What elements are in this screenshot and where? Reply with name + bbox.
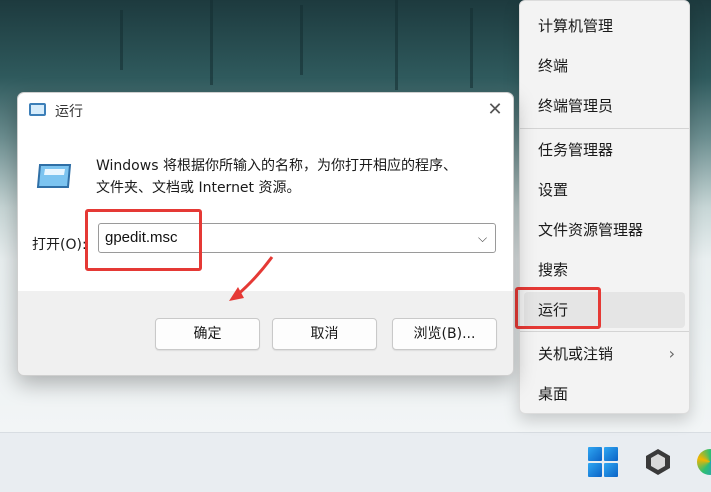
menu-item-label: 计算机管理 [538,17,614,35]
bg-streak [395,0,398,90]
bg-streak [470,8,473,88]
menu-separator [520,331,689,332]
run-icon [29,103,46,116]
run-program-icon [36,164,72,188]
close-icon[interactable]: ✕ [484,99,506,121]
menu-item-terminal[interactable]: 终端 [524,48,685,84]
menu-item-label: 任务管理器 [538,141,614,159]
title-bar: 运行 ✕ [18,93,513,127]
bg-streak [210,0,213,85]
description-line: 文件夹、文档或 Internet 资源。 [96,180,301,196]
menu-item-settings[interactable]: 设置 [524,172,685,208]
menu-item-file-explorer[interactable]: 文件资源管理器 [524,212,685,248]
bg-streak [300,5,303,75]
cancel-button[interactable]: 取消 [272,318,377,350]
menu-item-label: 终端 [538,57,569,75]
menu-item-computer-management[interactable]: 计算机管理 [524,8,685,44]
chevron-right-icon: › [668,344,675,363]
menu-item-label: 搜索 [538,261,569,279]
menu-item-shutdown[interactable]: 关机或注销 › [524,336,685,372]
open-label: 打开(O): [32,237,87,253]
menu-item-terminal-admin[interactable]: 终端管理员 [524,88,685,124]
highlight-box-input [85,209,202,271]
windows-start-icon[interactable] [588,447,618,477]
menu-item-label: 终端管理员 [538,97,614,115]
highlight-box-run [515,287,601,329]
menu-item-label: 关机或注销 [538,345,614,363]
menu-item-label: 设置 [538,181,569,199]
menu-item-label: 文件资源管理器 [538,221,644,239]
ok-button[interactable]: 确定 [155,318,260,350]
chevron-down-icon[interactable]: ⌵ [478,231,487,246]
winx-context-menu: 计算机管理 终端 终端管理员 任务管理器 设置 文件资源管理器 搜索 运行 关机… [519,0,690,414]
bg-streak [120,10,123,70]
menu-item-label: 桌面 [538,385,569,403]
app-icon[interactable] [643,447,673,477]
browse-button[interactable]: 浏览(B)... [392,318,497,350]
menu-item-desktop[interactable]: 桌面 [524,376,685,412]
description-line: Windows 将根据你所输入的名称，为你打开相应的程序、 [96,158,457,174]
menu-item-search[interactable]: 搜索 [524,252,685,288]
menu-item-task-manager[interactable]: 任务管理器 [524,132,685,168]
dialog-description: Windows 将根据你所输入的名称，为你打开相应的程序、 文件夹、文档或 In… [96,155,496,199]
menu-separator [520,128,689,129]
dialog-title: 运行 [55,104,83,120]
